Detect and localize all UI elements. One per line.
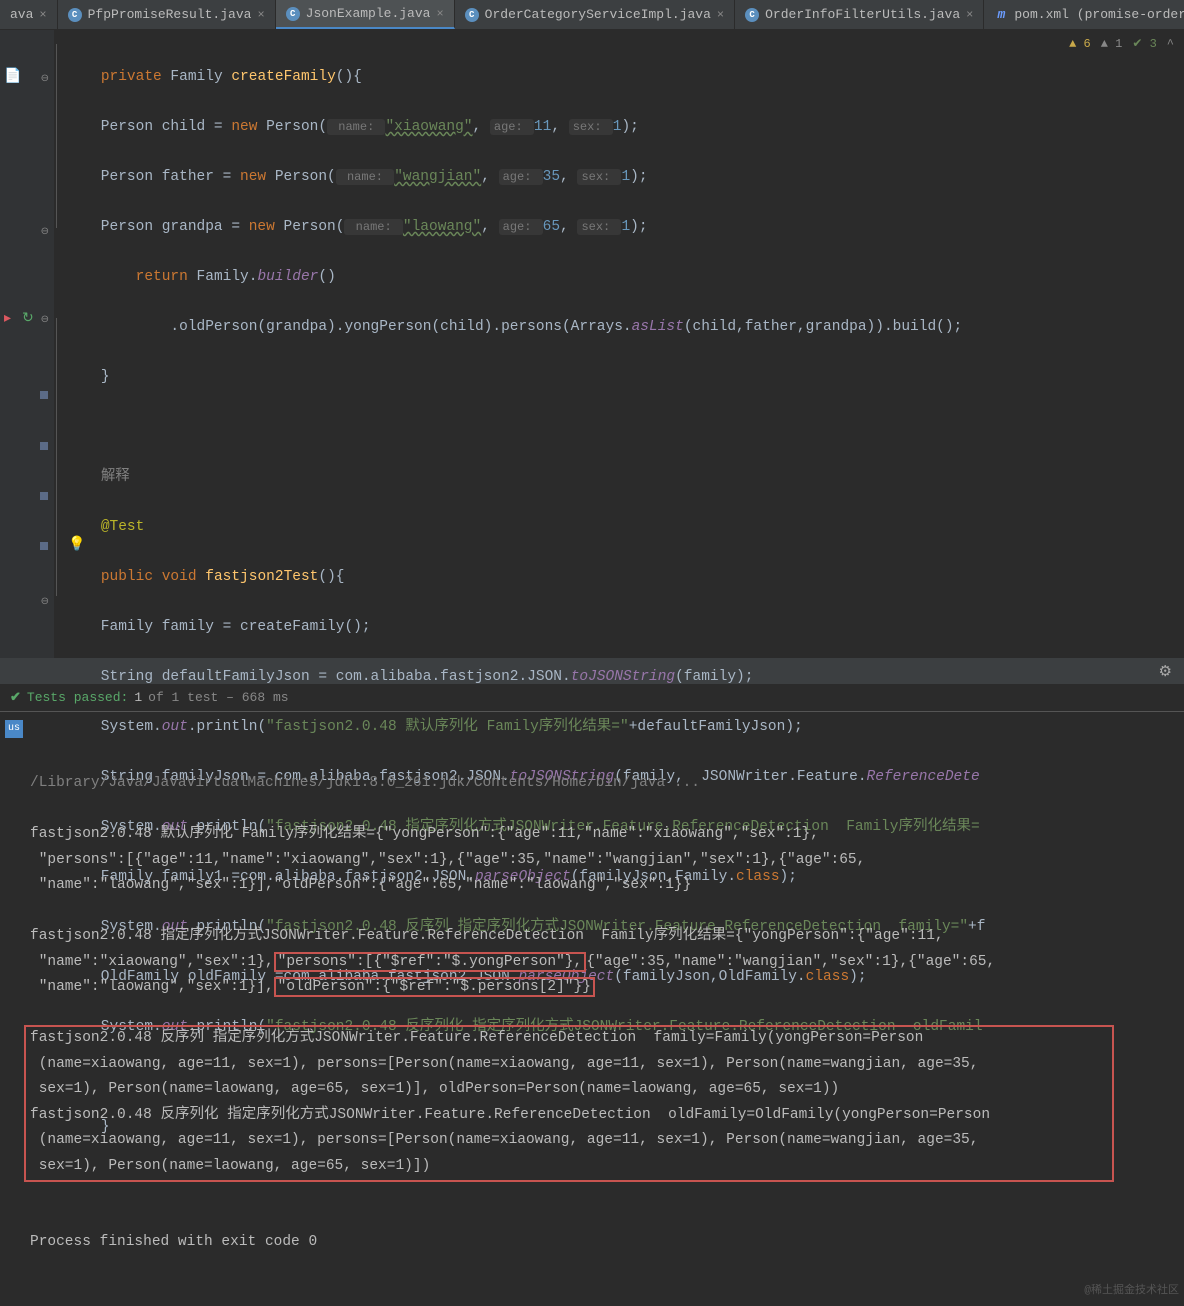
tab-orderinfo[interactable]: COrderInfoFilterUtils.java× bbox=[735, 0, 984, 29]
watermark: @稀土掘金技术社区 bbox=[1084, 1279, 1179, 1305]
editor-tabs: ava× CPfpPromiseResult.java× CJsonExampl… bbox=[0, 0, 1184, 30]
java-class-icon: C bbox=[745, 8, 759, 22]
breakpoint-icon[interactable] bbox=[40, 391, 48, 399]
breakpoint-icon[interactable] bbox=[40, 442, 48, 450]
fold-icon[interactable]: ⊖ bbox=[41, 73, 49, 85]
gutter[interactable]: 📄 ⊖ ⊖ ▸ ↻ ⊖ ⊖ bbox=[0, 30, 54, 658]
fold-icon[interactable]: ⊖ bbox=[41, 314, 49, 326]
close-icon[interactable]: × bbox=[717, 8, 724, 22]
console-line: fastjson2.0.48 指定序列化方式JSONWriter.Feature… bbox=[30, 924, 1174, 1001]
run-icon[interactable]: ▸ bbox=[4, 310, 11, 327]
tab-ordercat[interactable]: COrderCategoryServiceImpl.java× bbox=[455, 0, 735, 29]
bulb-icon[interactable]: 💡 bbox=[68, 536, 85, 553]
checkmark-icon: ✔ bbox=[10, 690, 21, 705]
console-exit: Process finished with exit code 0 bbox=[30, 1230, 1174, 1256]
breakpoint-icon[interactable] bbox=[40, 542, 48, 550]
java-class-icon: C bbox=[465, 8, 479, 22]
structure-guide bbox=[56, 44, 57, 228]
gear-icon[interactable]: ⚙ bbox=[1159, 662, 1172, 681]
rerun-icon[interactable]: ↻ bbox=[22, 310, 34, 327]
console-line: fastjson2.0.48 默认序列化 Family序列化结果={"yongP… bbox=[30, 822, 1174, 899]
command-line: /Library/Java/JavaVirtualMachines/jdk1.8… bbox=[30, 771, 1174, 797]
tab-pom[interactable]: mpom.xml (promise-ordermarking bbox=[984, 0, 1184, 29]
highlight-box bbox=[24, 1025, 1114, 1182]
tab-jsonexample[interactable]: CJsonExample.java× bbox=[276, 0, 455, 29]
console-tab-icon[interactable]: us bbox=[5, 720, 23, 738]
java-class-icon: C bbox=[286, 7, 300, 21]
highlight-box: "persons":[{"$ref":"$.yongPerson"}, bbox=[274, 952, 587, 972]
code-area[interactable]: private Family createFamily(){ Person ch… bbox=[54, 30, 985, 658]
java-class-icon: C bbox=[68, 8, 82, 22]
close-icon[interactable]: × bbox=[966, 8, 973, 22]
fold-icon[interactable]: ⊖ bbox=[41, 596, 49, 608]
code-editor[interactable]: 📄 ⊖ ⊖ ▸ ↻ ⊖ ⊖ 💡 private Family createFam… bbox=[0, 30, 1184, 658]
tab-pfp[interactable]: CPfpPromiseResult.java× bbox=[58, 0, 276, 29]
structure-guide bbox=[56, 318, 57, 596]
method-icon: 📄 bbox=[4, 68, 21, 85]
fold-icon[interactable]: ⊖ bbox=[41, 226, 49, 238]
highlight-box: "oldPerson":{"$ref":"$.persons[2]"}} bbox=[274, 977, 595, 997]
close-icon[interactable]: × bbox=[436, 7, 443, 21]
maven-icon: m bbox=[994, 8, 1008, 22]
close-icon[interactable]: × bbox=[39, 8, 46, 22]
console-output[interactable]: us /Library/Java/JavaVirtualMachines/jdk… bbox=[0, 712, 1184, 1306]
breakpoint-icon[interactable] bbox=[40, 492, 48, 500]
tab-ava[interactable]: ava× bbox=[0, 0, 58, 29]
close-icon[interactable]: × bbox=[257, 8, 264, 22]
